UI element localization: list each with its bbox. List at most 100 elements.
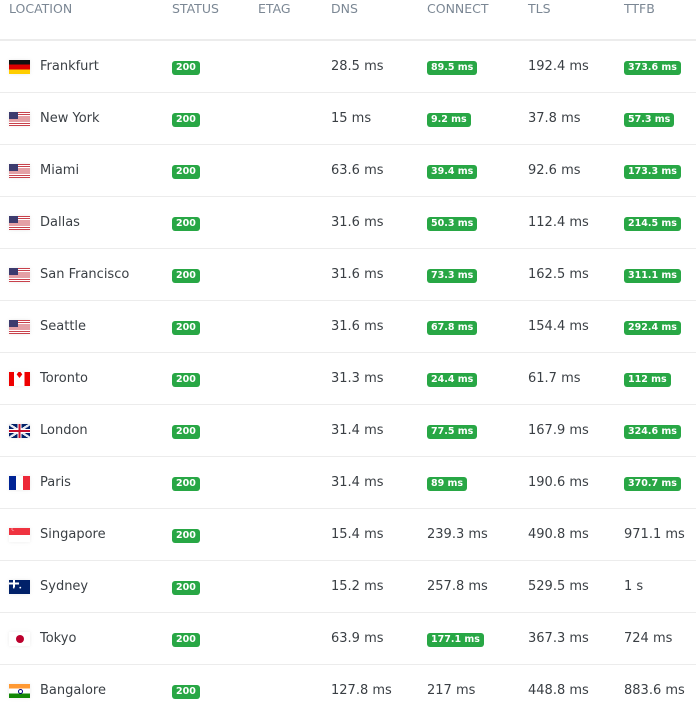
status-badge: 200 xyxy=(172,113,200,127)
connect-cell: 50.3 ms xyxy=(427,197,528,249)
tls-cell: 37.8 ms xyxy=(528,93,624,145)
status-badge: 200 xyxy=(172,373,200,387)
column-header-location[interactable]: LOCATION xyxy=(0,0,172,40)
ttfb-cell: 292.4 ms xyxy=(624,301,696,353)
dns-cell: 63.6 ms xyxy=(331,145,427,197)
dns-value: 31.4 ms xyxy=(331,423,384,438)
dns-value: 63.6 ms xyxy=(331,163,384,178)
usa-flag-icon xyxy=(9,268,30,282)
ttfb-cell: 1 s xyxy=(624,561,696,613)
connect-cell: 217 ms xyxy=(427,665,528,716)
connect-badge: 50.3 ms xyxy=(427,217,477,231)
connect-cell: 89 ms xyxy=(427,457,528,509)
tls-value: 92.6 ms xyxy=(528,163,581,178)
connect-badge: 177.1 ms xyxy=(427,633,484,647)
location-name: Bangalore xyxy=(40,683,106,698)
table-row: Singapore20015.4 ms239.3 ms490.8 ms971.1… xyxy=(0,509,696,561)
tls-value: 448.8 ms xyxy=(528,683,589,698)
tls-cell: 367.3 ms xyxy=(528,613,624,665)
status-badge: 200 xyxy=(172,321,200,335)
table-row: London 200 31.4 ms 77.5 ms167.9 ms 324.6 ms xyxy=(0,405,696,457)
uk-flag-icon xyxy=(9,424,30,438)
column-header-ttfb[interactable]: TTFB xyxy=(624,0,696,40)
dns-value: 63.9 ms xyxy=(331,631,384,646)
ttfb-badge: 370.7 ms xyxy=(624,477,681,491)
column-header-connect[interactable]: CONNECT xyxy=(427,0,528,40)
tls-cell: 448.8 ms xyxy=(528,665,624,716)
ttfb-cell: 373.6 ms xyxy=(624,40,696,93)
table-row: New York20015 ms9.2 ms37.8 ms57.3 ms xyxy=(0,93,696,145)
location-name: Tokyo xyxy=(40,631,76,646)
etag-cell xyxy=(258,249,331,301)
tls-value: 192.4 ms xyxy=(528,59,589,74)
tls-cell: 167.9 ms xyxy=(528,405,624,457)
location-cell: Tokyo xyxy=(0,613,172,665)
connect-cell: 177.1 ms xyxy=(427,613,528,665)
location-name: Dallas xyxy=(40,215,80,230)
tls-value: 490.8 ms xyxy=(528,527,589,542)
location-cell: Dallas xyxy=(0,197,172,249)
location-name: London xyxy=(40,423,88,438)
ttfb-cell: 173.3 ms xyxy=(624,145,696,197)
tls-value: 167.9 ms xyxy=(528,423,589,438)
tls-value: 37.8 ms xyxy=(528,111,581,126)
connect-cell: 9.2 ms xyxy=(427,93,528,145)
status-badge: 200 xyxy=(172,581,200,595)
ttfb-badge: 214.5 ms xyxy=(624,217,681,231)
location-cell: Bangalore xyxy=(0,665,172,716)
status-badge: 200 xyxy=(172,633,200,647)
column-header-tls[interactable]: TLS xyxy=(528,0,624,40)
france-flag-icon xyxy=(9,476,30,490)
status-badge: 200 xyxy=(172,269,200,283)
status-cell: 200 xyxy=(172,613,258,665)
column-header-etag[interactable]: ETAG xyxy=(258,0,331,40)
location-cell: Frankfurt xyxy=(0,40,172,93)
dns-cell: 31.3 ms xyxy=(331,353,427,405)
tls-value: 529.5 ms xyxy=(528,579,589,594)
ttfb-badge: 324.6 ms xyxy=(624,425,681,439)
dns-value: 31.6 ms xyxy=(331,215,384,230)
tls-cell: 529.5 ms xyxy=(528,561,624,613)
status-badge: 200 xyxy=(172,61,200,75)
connect-value: 257.8 ms xyxy=(427,579,488,594)
ttfb-cell: 370.7 ms xyxy=(624,457,696,509)
table-row: San Francisco20031.6 ms73.3 ms162.5 ms31… xyxy=(0,249,696,301)
dns-value: 31.6 ms xyxy=(331,267,384,282)
location-cell: Singapore xyxy=(0,509,172,561)
status-cell: 200 xyxy=(172,405,258,457)
location-name: Paris xyxy=(40,475,71,490)
status-cell: 200 xyxy=(172,197,258,249)
canada-flag-icon xyxy=(9,372,30,386)
tls-value: 61.7 ms xyxy=(528,371,581,386)
table-row: Seattle20031.6 ms67.8 ms154.4 ms292.4 ms xyxy=(0,301,696,353)
location-name: New York xyxy=(40,111,100,126)
ttfb-badge: 173.3 ms xyxy=(624,165,681,179)
table-header-row: LOCATION STATUS ETAG DNS CONNECT TLS TTF… xyxy=(0,0,696,40)
column-header-dns[interactable]: DNS xyxy=(331,0,427,40)
table-row: Sydney20015.2 ms257.8 ms529.5 ms1 s xyxy=(0,561,696,613)
latency-results-table: LOCATION STATUS ETAG DNS CONNECT TLS TTF… xyxy=(0,0,696,716)
australia-flag-icon xyxy=(9,580,30,594)
tls-cell: 112.4 ms xyxy=(528,197,624,249)
dns-value: 31.6 ms xyxy=(331,319,384,334)
connect-cell: 73.3 ms xyxy=(427,249,528,301)
location-cell: Miami xyxy=(0,145,172,197)
connect-badge: 89 ms xyxy=(427,477,467,491)
etag-cell xyxy=(258,40,331,93)
etag-cell xyxy=(258,561,331,613)
etag-cell xyxy=(258,457,331,509)
dns-cell: 31.6 ms xyxy=(331,197,427,249)
tls-value: 367.3 ms xyxy=(528,631,589,646)
dns-cell: 31.6 ms xyxy=(331,249,427,301)
location-cell: San Francisco xyxy=(0,249,172,301)
connect-cell: 77.5 ms xyxy=(427,405,528,457)
location-name: Miami xyxy=(40,163,79,178)
ttfb-cell: 971.1 ms xyxy=(624,509,696,561)
tls-cell: 92.6 ms xyxy=(528,145,624,197)
status-cell: 200 xyxy=(172,93,258,145)
column-header-status[interactable]: STATUS xyxy=(172,0,258,40)
status-badge: 200 xyxy=(172,217,200,231)
location-name: Sydney xyxy=(40,579,88,594)
connect-cell: 239.3 ms xyxy=(427,509,528,561)
connect-badge: 73.3 ms xyxy=(427,269,477,283)
